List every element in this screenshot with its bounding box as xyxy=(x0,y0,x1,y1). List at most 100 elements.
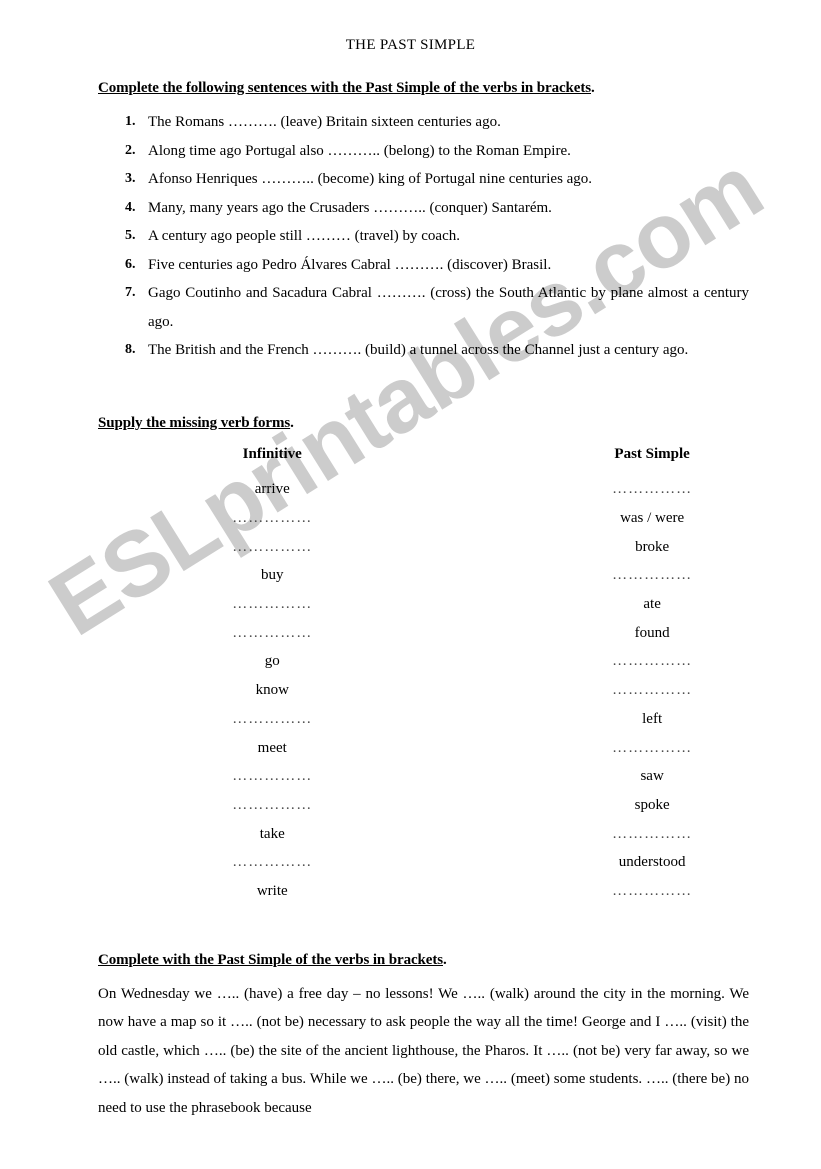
row-gap xyxy=(441,533,483,562)
table-row: know …………… xyxy=(0,676,821,705)
table-row: go …………… xyxy=(0,647,821,676)
verb-table-spacer xyxy=(0,432,103,476)
infinitive-value: meet xyxy=(257,739,287,756)
list-item-text: Five centuries ago Pedro Álvares Cabral … xyxy=(148,256,552,273)
column-header-infinitive: Infinitive xyxy=(242,445,302,462)
past-simple-value: left xyxy=(642,710,663,727)
infinitive-value: buy xyxy=(260,567,284,584)
table-row: buy …………… xyxy=(0,561,821,590)
row-spacer xyxy=(0,705,103,734)
row-spacer xyxy=(0,762,103,791)
exercise-1-section: Complete the following sentences with th… xyxy=(0,54,821,365)
infinitive-value: write xyxy=(256,883,288,900)
list-item-number: 3. xyxy=(125,171,136,186)
past-simple-value: found xyxy=(634,624,670,641)
row-gap xyxy=(441,561,483,590)
exercise-3-section: Complete with the Past Simple of the ver… xyxy=(0,906,821,1123)
list-item-number: 1. xyxy=(125,114,136,129)
past-simple-blank[interactable]: …………… xyxy=(483,647,821,676)
table-row: …………… ate xyxy=(0,590,821,619)
verb-table-header-row: Infinitive Past Simple xyxy=(0,432,821,476)
list-item-number: 5. xyxy=(125,228,136,243)
table-row: …………… understood xyxy=(0,848,821,877)
list-item: 4. Many, many years ago the Crusaders ………… xyxy=(0,194,821,223)
row-spacer xyxy=(0,734,103,763)
row-gap xyxy=(441,877,483,906)
past-simple-blank[interactable]: …………… xyxy=(483,561,821,590)
worksheet-content: THE PAST SIMPLE Complete the following s… xyxy=(0,0,821,1122)
row-gap xyxy=(441,647,483,676)
list-item-text: Along time ago Portugal also ……….. (belo… xyxy=(148,142,571,159)
table-row: meet …………… xyxy=(0,734,821,763)
row-spacer xyxy=(0,791,103,820)
infinitive-blank[interactable]: …………… xyxy=(103,590,441,619)
list-item: 5. A century ago people still ……… (travel… xyxy=(0,222,821,251)
infinitive-value: know xyxy=(255,682,289,699)
row-spacer xyxy=(0,877,103,906)
infinitive-value: take xyxy=(259,825,285,842)
row-gap xyxy=(441,791,483,820)
table-row: …………… was / were xyxy=(0,504,821,533)
past-simple-blank[interactable]: …………… xyxy=(483,734,821,763)
exercise-3-heading: Complete with the Past Simple of the ver… xyxy=(0,952,821,969)
list-item-text: Afonso Henriques ……….. (become) king of … xyxy=(148,171,593,187)
row-spacer xyxy=(0,676,103,705)
table-row: …………… left xyxy=(0,705,821,734)
infinitive-blank[interactable]: …………… xyxy=(103,791,441,820)
row-spacer xyxy=(0,504,103,533)
exercise-1-heading-text: Complete the following sentences with th… xyxy=(98,80,591,96)
past-simple-blank[interactable]: …………… xyxy=(483,820,821,849)
table-row: write …………… xyxy=(0,877,821,906)
list-item: 6. Five centuries ago Pedro Álvares Cabra… xyxy=(0,251,821,280)
list-item: 8. The British and the French ………. (build… xyxy=(0,336,821,365)
list-item-number: 2. xyxy=(125,142,136,158)
list-item-text: The British and the French ………. (build) … xyxy=(148,342,689,358)
exercise-2-section: Supply the missing verb forms. Infinitiv… xyxy=(0,365,821,906)
exercise-1-sentence-list: 1. The Romans ………. (leave) Britain sixtee… xyxy=(0,97,821,365)
infinitive-blank[interactable]: …………… xyxy=(103,533,441,562)
exercise-2-heading: Supply the missing verb forms. xyxy=(0,415,821,432)
list-item: 3. Afonso Henriques ……….. (become) king o… xyxy=(0,165,821,194)
row-spacer xyxy=(0,561,103,590)
past-simple-blank[interactable]: …………… xyxy=(483,877,821,906)
row-gap xyxy=(441,475,483,504)
row-gap xyxy=(441,619,483,648)
infinitive-blank[interactable]: …………… xyxy=(103,504,441,533)
infinitive-blank[interactable]: …………… xyxy=(103,848,441,877)
row-gap xyxy=(441,762,483,791)
past-simple-value: broke xyxy=(635,538,670,555)
infinitive-blank[interactable]: …………… xyxy=(103,619,441,648)
row-spacer xyxy=(0,533,103,562)
list-item-text: A century ago people still ……… (travel) … xyxy=(148,228,460,244)
past-simple-value: saw xyxy=(640,768,664,785)
past-simple-value: ate xyxy=(643,596,661,613)
verb-table-gap xyxy=(441,432,483,476)
table-row: …………… broke xyxy=(0,533,821,562)
list-item: 2. Along time ago Portugal also ……….. (be… xyxy=(0,137,821,166)
table-row: take …………… xyxy=(0,820,821,849)
table-row: arrive …………… xyxy=(0,475,821,504)
list-item-text: Many, many years ago the Crusaders ………..… xyxy=(148,199,552,216)
exercise-3-heading-period: . xyxy=(442,951,447,968)
infinitive-value: go xyxy=(264,653,280,670)
list-item-text: Gago Coutinho and Sacadura Cabral ………. (… xyxy=(148,285,749,330)
row-spacer xyxy=(0,475,103,504)
row-gap xyxy=(441,705,483,734)
row-gap xyxy=(441,590,483,619)
list-item-number: 6. xyxy=(125,256,136,272)
infinitive-blank[interactable]: …………… xyxy=(103,705,441,734)
verb-forms-table: Infinitive Past Simple arrive………………………… w… xyxy=(0,432,821,906)
list-item: 1. The Romans ………. (leave) Britain sixtee… xyxy=(0,108,821,137)
exercise-3-paragraph-text: On Wednesday we ….. (have) a free day – … xyxy=(98,985,749,1116)
row-spacer xyxy=(0,590,103,619)
past-simple-blank[interactable]: …………… xyxy=(483,676,821,705)
table-row: …………… saw xyxy=(0,762,821,791)
past-simple-blank[interactable]: …………… xyxy=(483,475,821,504)
exercise-3-heading-text: Complete with the Past Simple of the ver… xyxy=(98,951,443,968)
list-item-number: 8. xyxy=(125,342,136,357)
table-row: …………… spoke xyxy=(0,791,821,820)
table-row: …………… found xyxy=(0,619,821,648)
list-item-text: The Romans ………. (leave) Britain sixteen … xyxy=(148,114,501,130)
past-simple-value: understood xyxy=(618,854,686,871)
infinitive-blank[interactable]: …………… xyxy=(103,762,441,791)
